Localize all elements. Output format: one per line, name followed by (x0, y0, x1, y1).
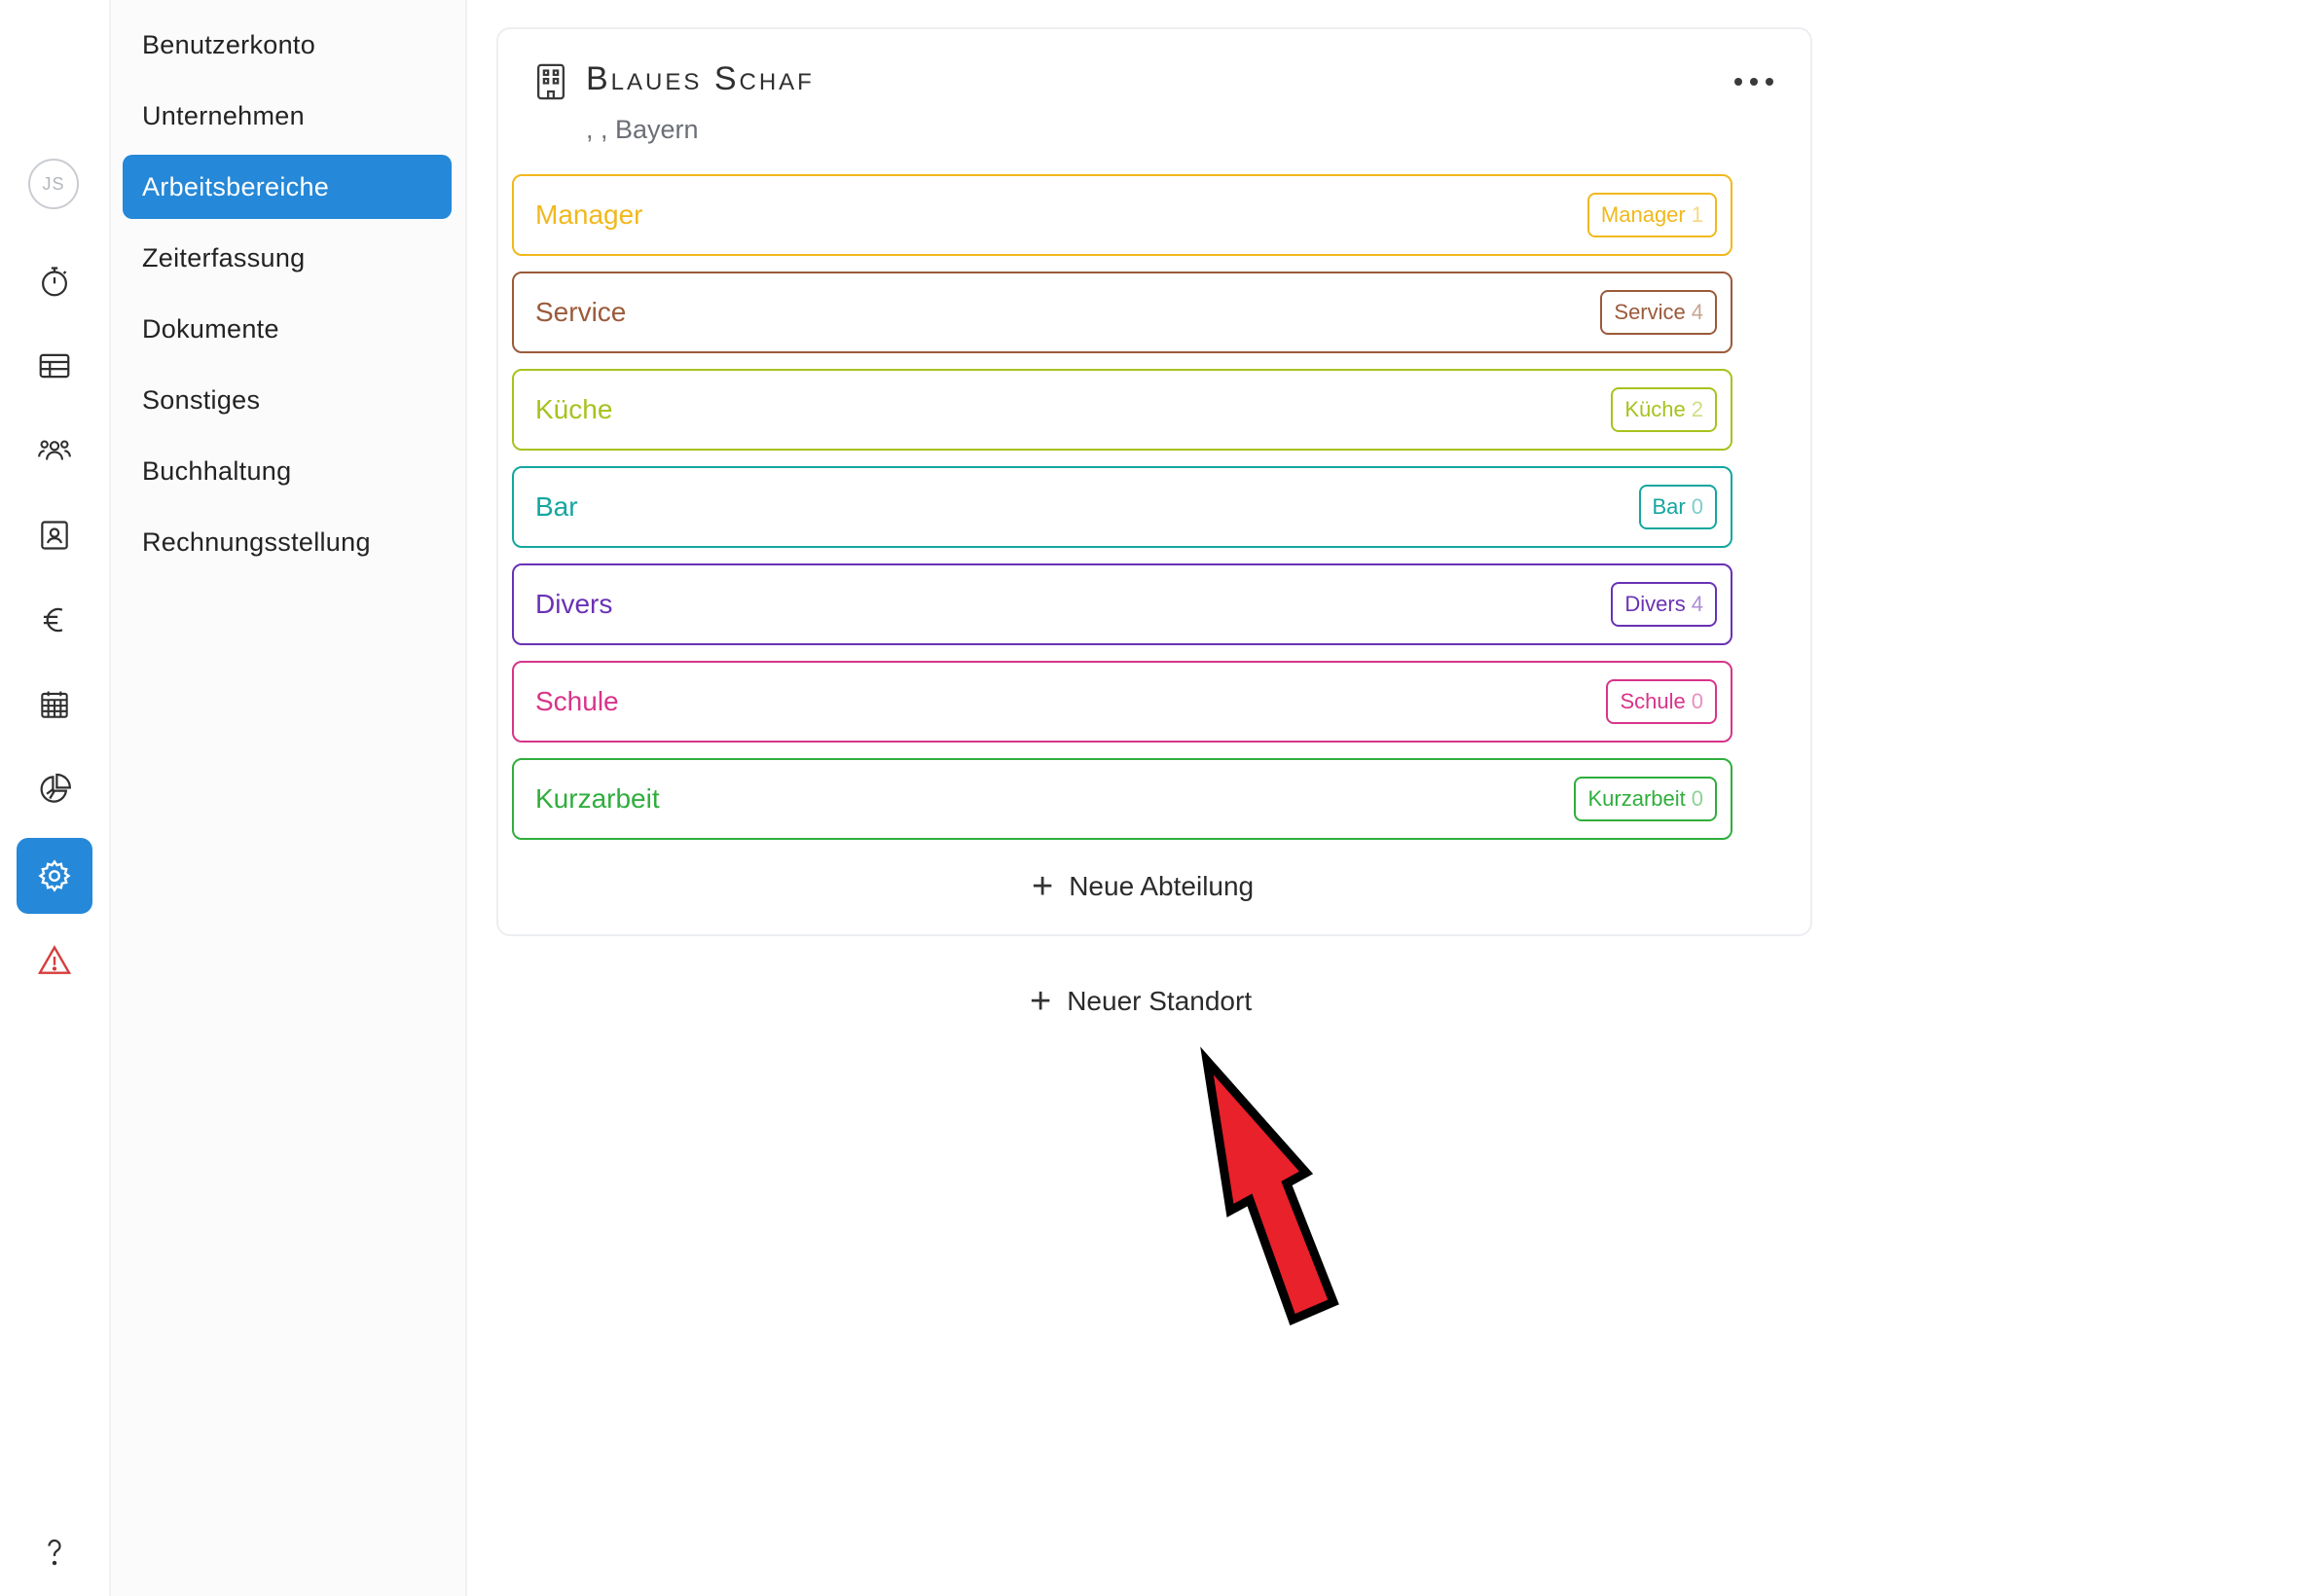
subnav-item-benutzerkonto[interactable]: Benutzerkonto (123, 13, 452, 77)
badge-label: Schule (1620, 689, 1686, 713)
department-name: Schule (535, 686, 619, 716)
badge-count: 0 (1691, 494, 1703, 519)
department-badge: Schule 0 (1606, 679, 1717, 724)
plus-icon: + (1032, 866, 1054, 907)
department-row[interactable]: Küche Küche 2 (512, 369, 1732, 451)
location-address: , , Bayern (586, 115, 699, 144)
more-options-icon[interactable] (1734, 72, 1773, 91)
subnav-item-unternehmen[interactable]: Unternehmen (123, 84, 452, 148)
stopwatch-icon[interactable] (17, 243, 92, 319)
add-location-button[interactable]: + Neuer Standort (1030, 983, 1252, 1020)
warning-icon[interactable] (17, 923, 92, 998)
department-name: Kurzarbeit (535, 783, 660, 814)
department-row[interactable]: Manager Manager 1 (512, 174, 1732, 256)
department-row[interactable]: Kurzarbeit Kurzarbeit 0 (512, 758, 1732, 840)
badge-count: 0 (1691, 689, 1703, 713)
department-row[interactable]: Schule Schule 0 (512, 661, 1732, 743)
people-icon[interactable] (17, 413, 92, 489)
add-location-label: Neuer Standort (1067, 986, 1253, 1016)
badge-count: 2 (1691, 397, 1703, 421)
subnav-item-dokumente[interactable]: Dokumente (123, 297, 452, 361)
badge-count: 4 (1691, 300, 1703, 324)
badge-label: Küche (1624, 397, 1686, 421)
subnav-item-zeiterfassung[interactable]: Zeiterfassung (123, 226, 452, 290)
subnav-item-rechnungsstellung[interactable]: Rechnungsstellung (123, 510, 452, 574)
pie-chart-icon[interactable] (17, 751, 92, 827)
department-name: Manager (535, 200, 643, 230)
location-title: Blaues Schaf (586, 60, 815, 97)
add-department-label: Neue Abteilung (1069, 871, 1255, 901)
location-card: Blaues Schaf , , Bayern Manager Manager 1 S… (496, 27, 1812, 936)
avatar[interactable]: JS (28, 159, 79, 209)
badge-count: 4 (1691, 592, 1703, 616)
subnav-item-arbeitsbereiche[interactable]: Arbeitsbereiche (123, 155, 452, 219)
badge-label: Bar (1652, 494, 1686, 519)
department-badge: Kurzarbeit 0 (1574, 777, 1717, 821)
department-row[interactable]: Service Service 4 (512, 272, 1732, 353)
euro-icon[interactable] (17, 582, 92, 658)
badge-label: Service (1614, 300, 1686, 324)
badge-count: 0 (1691, 786, 1703, 811)
department-badge: Küche 2 (1611, 387, 1717, 432)
badge-label: Divers (1624, 592, 1686, 616)
department-badge: Manager 1 (1586, 193, 1717, 237)
department-badge: Divers 4 (1611, 582, 1717, 627)
subnav-item-sonstiges[interactable]: Sonstiges (123, 368, 452, 432)
department-name: Küche (535, 394, 613, 424)
table-icon[interactable] (17, 328, 92, 404)
calendar-icon[interactable] (17, 667, 92, 743)
department-row[interactable]: Bar Bar 0 (512, 466, 1732, 548)
badge-label: Manager (1600, 202, 1686, 227)
department-badge: Bar 0 (1638, 485, 1717, 529)
badge-count: 1 (1691, 202, 1703, 227)
department-name: Bar (535, 491, 578, 522)
department-badge: Service 4 (1600, 290, 1717, 335)
gear-icon[interactable] (17, 838, 92, 914)
department-row[interactable]: Divers Divers 4 (512, 563, 1732, 645)
department-name: Service (535, 297, 627, 327)
add-department-button[interactable]: + Neue Abteilung (1032, 868, 1254, 905)
building-icon (537, 63, 565, 100)
help-icon[interactable] (17, 1514, 92, 1590)
annotation-arrow (1200, 1046, 1339, 1326)
settings-subnav: Benutzerkonto Unternehmen Arbeitsbereich… (111, 0, 467, 1596)
plus-icon: + (1030, 981, 1052, 1022)
icon-rail: JS (0, 0, 111, 1596)
contact-card-icon[interactable] (17, 497, 92, 573)
department-name: Divers (535, 589, 613, 619)
subnav-item-buchhaltung[interactable]: Buchhaltung (123, 439, 452, 503)
badge-label: Kurzarbeit (1587, 786, 1686, 811)
